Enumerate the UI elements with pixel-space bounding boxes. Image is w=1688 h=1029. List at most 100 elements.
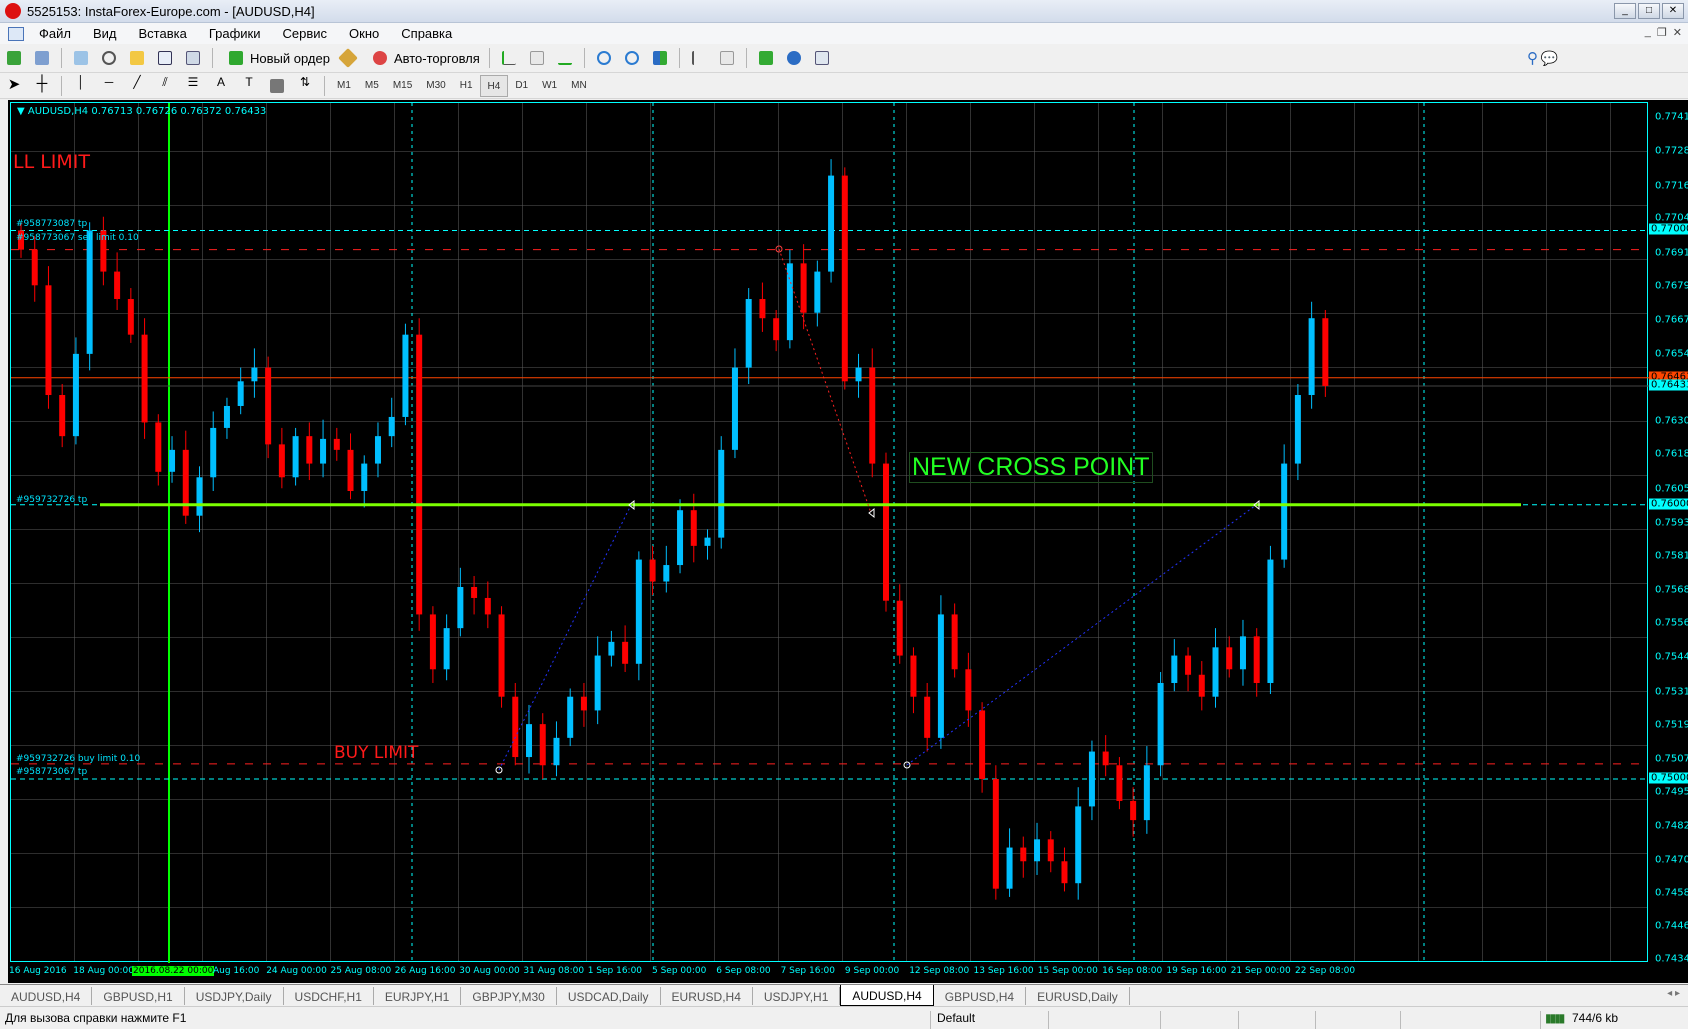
timeframe-m1[interactable]: M1 — [330, 75, 358, 97]
chart-window-icon[interactable] — [8, 26, 24, 41]
search-icon[interactable]: ⚲ — [1527, 49, 1538, 67]
timeframe-m5[interactable]: M5 — [358, 75, 386, 97]
auto-trading-button[interactable]: Авто-торговля — [366, 47, 480, 69]
candle-body — [786, 263, 793, 341]
fibonacci-icon[interactable]: ☰ — [182, 75, 204, 97]
mdi-minimize-button[interactable]: _ — [1645, 26, 1651, 39]
candle-body — [1281, 463, 1288, 560]
order-label-buy-limit[interactable]: #959732726 buy limit 0.10 — [16, 754, 140, 764]
expert-advisors-icon[interactable] — [337, 47, 359, 69]
chart-tab[interactable]: EURJPY,H1 — [374, 987, 462, 1005]
trendline-icon[interactable]: ╱ — [126, 75, 148, 97]
candle-body — [1253, 636, 1260, 683]
horizontal-line-icon[interactable]: ─ — [98, 75, 120, 97]
order-label-sell-limit[interactable]: #958773067 sell limit 0.10 — [16, 233, 139, 243]
text-label-icon[interactable]: T — [238, 75, 260, 97]
time-axis[interactable]: 16 Aug 2016 18 Aug 00:00 2016.08.22 00:00 A… — [8, 962, 1649, 982]
candle-body — [1102, 751, 1109, 766]
chart-plot-area[interactable]: ▼ AUDUSD,H4 0.76713 0.76726 0.76372 0.76… — [10, 102, 1649, 963]
candle-body — [567, 696, 574, 738]
chart-tab[interactable]: EURUSD,Daily — [1026, 987, 1130, 1005]
zoom-in-icon[interactable] — [593, 47, 615, 69]
price-tick: 0.77040 — [1655, 212, 1688, 224]
terminal-icon[interactable] — [154, 47, 176, 69]
time-label: 25 Aug 08:00 — [330, 966, 392, 976]
mdi-close-button[interactable]: ✕ — [1673, 26, 1682, 39]
strategy-tester-icon[interactable] — [182, 47, 204, 69]
timeframe-mn[interactable]: MN — [564, 75, 594, 97]
data-window-icon[interactable] — [98, 47, 120, 69]
timeframe-w1[interactable]: W1 — [535, 75, 564, 97]
vertical-line-icon[interactable]: │ — [70, 75, 92, 97]
app-logo-icon — [5, 3, 21, 19]
bar-chart-icon[interactable] — [498, 47, 520, 69]
timeframe-m30[interactable]: M30 — [419, 75, 452, 97]
menu-insert[interactable]: Вставка — [128, 26, 198, 41]
minimize-button[interactable]: _ — [1614, 3, 1636, 19]
candle-body — [1171, 655, 1178, 683]
menu-charts[interactable]: Графики — [198, 26, 272, 41]
chart-shift-icon[interactable] — [688, 47, 710, 69]
navigator-icon[interactable] — [126, 47, 148, 69]
price-chart[interactable]: ▼ AUDUSD,H4 0.76713 0.76726 0.76372 0.76… — [8, 100, 1688, 983]
candle-body — [1006, 847, 1013, 889]
price-tick: 0.77160 — [1655, 180, 1688, 192]
chart-tab[interactable]: AUDUSD,H4 — [840, 985, 934, 1006]
candle-body — [580, 696, 587, 711]
candlestick-chart-icon[interactable] — [526, 47, 548, 69]
profiles-icon[interactable] — [31, 47, 53, 69]
zoom-out-icon[interactable] — [621, 47, 643, 69]
price-axis[interactable]: 0.77410 0.77285 0.77160 0.77040 0.76915 0.767… — [1649, 100, 1688, 965]
chart-tab[interactable]: USDCHF,H1 — [284, 987, 374, 1005]
mdi-restore-button[interactable]: ❐ — [1657, 26, 1667, 39]
chart-tab[interactable]: GBPUSD,H1 — [92, 987, 185, 1005]
candle-body — [1075, 806, 1082, 884]
chart-tab[interactable]: GBPJPY,M30 — [461, 987, 557, 1005]
order-label-tp[interactable]: #959732726 tp — [16, 495, 87, 505]
crosshair-icon[interactable]: ┼ — [31, 75, 53, 97]
rectangle-icon[interactable] — [266, 75, 288, 97]
equidistant-channel-icon[interactable]: ⫽ — [154, 75, 176, 97]
candle-body — [855, 367, 862, 382]
indicators-icon[interactable] — [755, 47, 777, 69]
new-order-button[interactable]: Новый ордер — [222, 47, 330, 69]
close-button[interactable]: ✕ — [1662, 3, 1684, 19]
chat-icon[interactable]: 💬 — [1541, 50, 1558, 67]
line-chart-icon[interactable] — [554, 47, 576, 69]
new-chart-icon[interactable] — [3, 47, 25, 69]
menu-file[interactable]: Файл — [28, 26, 82, 41]
candle-body — [265, 367, 272, 445]
timeframe-h1[interactable]: H1 — [453, 75, 480, 97]
candles-layer — [11, 103, 1649, 963]
cursor-icon[interactable]: ➤ — [3, 75, 25, 97]
candle-body — [388, 416, 395, 437]
chart-tab[interactable]: EURUSD,H4 — [661, 987, 753, 1005]
timeframe-m15[interactable]: M15 — [386, 75, 419, 97]
timeframe-d1[interactable]: D1 — [508, 75, 535, 97]
candle-body — [31, 249, 38, 286]
timeframe-h4[interactable]: H4 — [479, 74, 509, 97]
text-icon[interactable]: A — [210, 75, 232, 97]
templates-icon[interactable] — [811, 47, 833, 69]
market-watch-icon[interactable] — [70, 47, 92, 69]
order-label-tp[interactable]: #958773067 tp — [16, 767, 87, 777]
tab-scroll-arrows[interactable]: ◂ ▸ — [1667, 988, 1680, 999]
arrows-icon[interactable]: ⇅ — [294, 75, 316, 97]
price-tick: 0.76795 — [1655, 280, 1688, 292]
menu-tools[interactable]: Сервис — [272, 26, 339, 41]
tile-windows-icon[interactable] — [649, 47, 671, 69]
chart-tab[interactable]: USDJPY,H1 — [753, 987, 841, 1005]
chart-tab[interactable]: USDCAD,Daily — [557, 987, 661, 1005]
maximize-button[interactable]: □ — [1638, 3, 1660, 19]
order-label-tp[interactable]: #958773087 tp — [16, 219, 87, 229]
menu-view[interactable]: Вид — [82, 26, 128, 41]
menu-window[interactable]: Окно — [338, 26, 390, 41]
menu-bar: Файл Вид Вставка Графики Сервис Окно Спр… — [0, 23, 1688, 44]
chart-tab[interactable]: AUDUSD,H4 — [0, 987, 93, 1005]
autoscroll-icon[interactable] — [716, 47, 738, 69]
chart-tab[interactable]: GBPUSD,H4 — [934, 987, 1027, 1005]
menu-help[interactable]: Справка — [390, 26, 463, 41]
periods-icon[interactable] — [783, 47, 805, 69]
candle-body — [773, 318, 780, 341]
chart-tab[interactable]: USDJPY,Daily — [185, 987, 284, 1005]
